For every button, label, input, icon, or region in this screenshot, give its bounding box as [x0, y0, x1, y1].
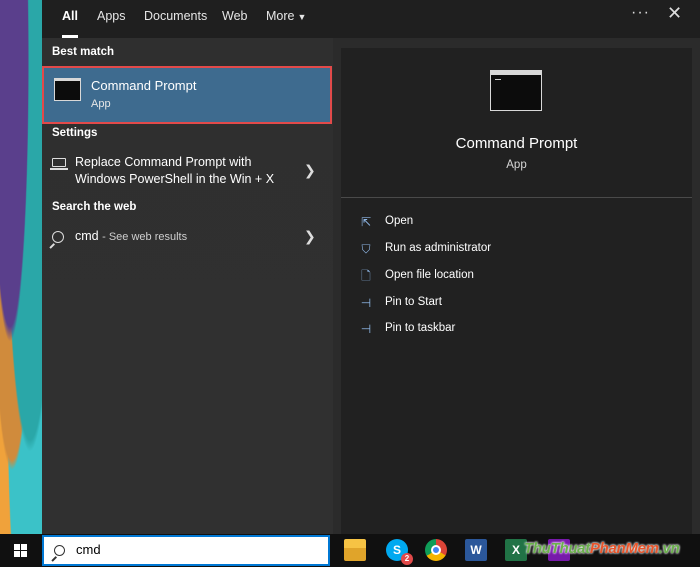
pin-icon: ⊣: [360, 322, 372, 336]
file-location-icon: 🗋: [361, 269, 371, 283]
search-input[interactable]: [76, 542, 316, 557]
more-options-icon[interactable]: ···: [631, 4, 650, 22]
pin-icon: ⊣: [360, 296, 372, 310]
search-icon: [52, 231, 64, 243]
close-icon[interactable]: ✕: [667, 3, 682, 24]
command-prompt-large-icon: [490, 70, 542, 111]
tab-more-label: More: [266, 9, 295, 23]
chrome-icon[interactable]: [425, 539, 447, 561]
watermark-part3: .vn: [658, 540, 680, 557]
tab-apps[interactable]: Apps: [97, 0, 126, 38]
action-open-label: Open: [385, 215, 414, 227]
taskbar-search-box[interactable]: [42, 535, 330, 566]
chevron-down-icon: ▼: [297, 12, 307, 22]
search-filter-tabs: All Apps Documents Web More ▼ ··· ✕: [42, 0, 700, 38]
skype-icon[interactable]: S2: [386, 539, 413, 565]
file-explorer-icon[interactable]: [344, 539, 366, 561]
preview-title: Command Prompt: [455, 135, 578, 152]
settings-item-line2: Windows PowerShell in the Win + X: [75, 172, 275, 186]
settings-item-replace-powershell[interactable]: Replace Command Prompt with Windows Powe…: [42, 153, 333, 189]
watermark-part2: PhanMem: [589, 540, 659, 557]
web-search-query: cmd: [75, 229, 99, 243]
open-icon: ⇱: [360, 215, 372, 229]
settings-heading: Settings: [52, 127, 98, 139]
preview-subtitle: App: [506, 159, 527, 171]
tab-all[interactable]: All: [62, 0, 78, 38]
laptop-settings-icon: [50, 158, 68, 170]
web-search-suggestion[interactable]: cmd - See web results ❯: [42, 227, 333, 247]
chevron-right-icon: ❯: [304, 162, 316, 178]
skype-letter: S: [392, 543, 401, 557]
tab-all-label: All: [62, 9, 78, 23]
tab-web-label: Web: [222, 9, 248, 23]
web-search-suffix: - See web results: [102, 231, 188, 243]
tab-web[interactable]: Web: [222, 0, 247, 38]
watermark-logo: ThuThuatPhanMem.vn: [524, 540, 680, 557]
tab-documents[interactable]: Documents: [144, 0, 207, 38]
best-match-subtitle: App: [91, 98, 111, 110]
preview-divider: [341, 197, 692, 198]
watermark-part1: ThuThuat: [524, 540, 590, 557]
app-preview-pane: Command Prompt App ⇱ Open ⛉ Run as admin…: [341, 48, 692, 534]
start-menu-search-panel: All Apps Documents Web More ▼ ··· ✕ Best …: [42, 0, 700, 534]
windows-start-icon[interactable]: [14, 544, 28, 558]
action-file-location-label: Open file location: [385, 269, 474, 281]
action-pin-start-label: Pin to Start: [385, 296, 442, 308]
excel-letter: X: [511, 543, 520, 557]
tab-documents-label: Documents: [144, 9, 208, 23]
best-match-command-prompt[interactable]: Command Prompt App: [42, 66, 332, 124]
search-icon: [54, 545, 65, 556]
action-run-admin-label: Run as administrator: [385, 242, 492, 254]
notification-badge: 2: [401, 553, 413, 565]
tab-apps-label: Apps: [97, 9, 126, 23]
search-results-list: Best match Command Prompt App Settings R…: [42, 38, 333, 534]
desktop-wallpaper: [0, 0, 42, 534]
web-search-text: cmd - See web results: [75, 228, 187, 246]
command-prompt-icon: [54, 78, 81, 101]
word-icon[interactable]: W: [465, 539, 487, 561]
search-web-heading: Search the web: [52, 201, 137, 213]
action-pin-taskbar-label: Pin to taskbar: [385, 322, 456, 334]
tab-more[interactable]: More ▼: [266, 0, 306, 38]
settings-item-line1: Replace Command Prompt with: [75, 155, 252, 169]
best-match-title: Command Prompt: [91, 78, 197, 93]
best-match-heading: Best match: [52, 46, 114, 58]
word-letter: W: [470, 543, 482, 557]
shield-icon: ⛉: [361, 242, 371, 256]
settings-item-text: Replace Command Prompt with Windows Powe…: [75, 154, 274, 188]
chevron-right-icon: ❯: [304, 228, 316, 244]
